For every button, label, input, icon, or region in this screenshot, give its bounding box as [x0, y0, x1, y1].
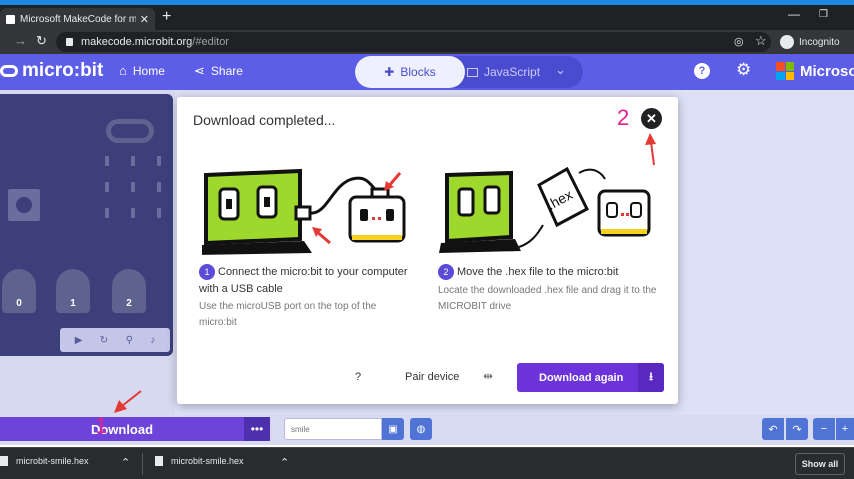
annotation-label-2: 2	[617, 105, 630, 130]
arrow-to-download-icon	[114, 390, 142, 413]
annotation-label-1: 1	[95, 413, 108, 438]
annotation-overlay	[114, 133, 656, 413]
arrow-to-close-icon	[645, 133, 656, 166]
